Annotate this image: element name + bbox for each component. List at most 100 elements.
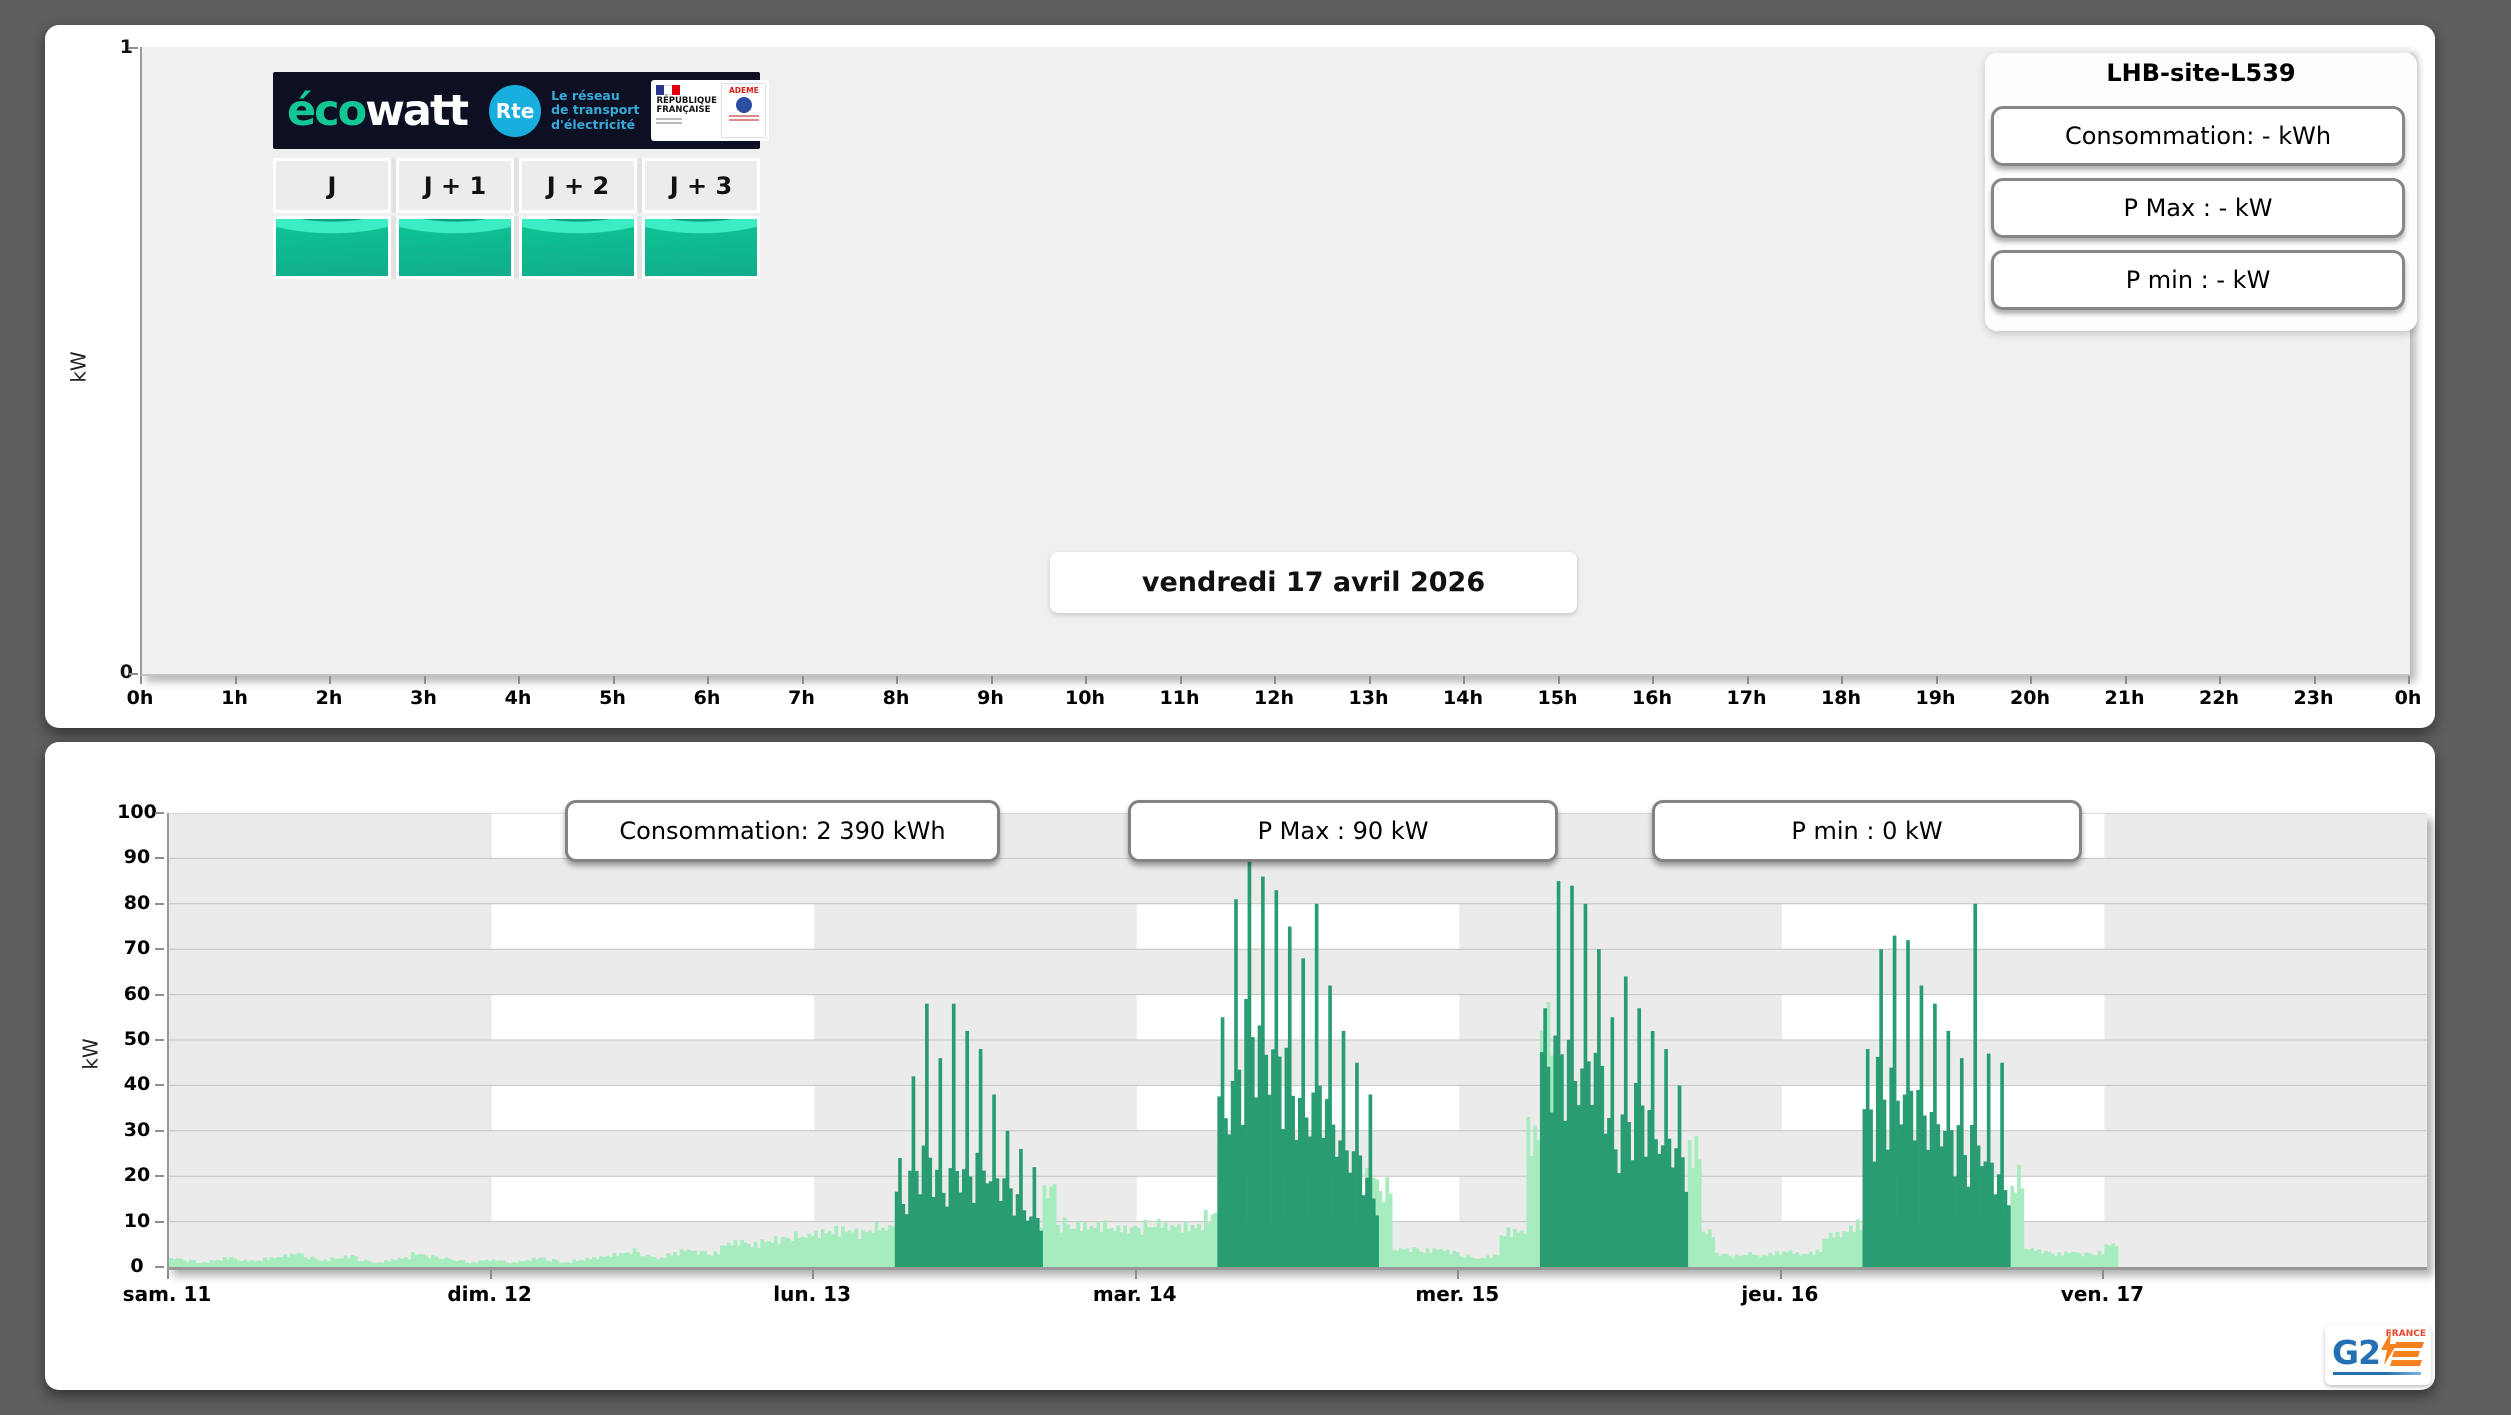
- tick-mark: [1746, 676, 1749, 684]
- history-bars-chart: [169, 812, 2427, 1267]
- ecowatt-signal-tile-green: [396, 216, 514, 279]
- kw-tick-label: 100: [117, 801, 157, 823]
- tick-mark: [155, 1266, 164, 1268]
- ecowatt-signal-tiles: [273, 216, 760, 279]
- tick-mark: [612, 676, 615, 684]
- ademe-label: ADEME: [728, 86, 759, 95]
- hour-tick-label: 10h: [1065, 687, 1105, 709]
- day-button-j1[interactable]: J + 1: [396, 158, 514, 213]
- g2e-e-bar: [2392, 1351, 2420, 1357]
- french-flag-icon: [656, 85, 681, 95]
- tick-mark: [1935, 676, 1938, 684]
- kw-tick-label: 0: [130, 1255, 144, 1277]
- ademe-badge: ADEME: [721, 83, 767, 138]
- tick-mark: [1779, 1270, 1782, 1279]
- ecowatt-banner: écowatt Rte Le réseau de transport d'éle…: [273, 72, 770, 149]
- ademe-text-bar: [728, 119, 759, 121]
- tick-mark: [2030, 676, 2032, 684]
- tick-mark: [234, 676, 237, 684]
- stat-consommation: Consommation: - kWh: [1991, 106, 2405, 166]
- tick-mark: [1457, 1270, 1460, 1279]
- hour-tick-label: 3h: [410, 687, 437, 709]
- hour-tick-label: 22h: [2199, 687, 2239, 709]
- rte-logo: Rte: [489, 84, 542, 137]
- day-tick-label: sam. 11: [122, 1282, 212, 1306]
- tick-mark: [155, 1129, 164, 1132]
- tick-mark: [155, 857, 164, 860]
- tick-mark: [167, 1270, 169, 1279]
- tick-mark: [1085, 676, 1087, 684]
- y-axis-label: kW: [66, 351, 91, 383]
- hour-tick-label: 0h: [126, 687, 154, 709]
- hour-tick-label: 20h: [2010, 687, 2050, 709]
- hour-tick-label: 18h: [1821, 687, 1861, 709]
- republique-francaise-badge: RÉPUBLIQUE FRANÇAISE ADEME: [651, 80, 770, 141]
- kw-tick-label: 30: [123, 1118, 151, 1141]
- rte-tagline-line: d'électricité: [551, 116, 636, 132]
- ecowatt-logo-eco: éco: [287, 85, 367, 136]
- ecowatt-signal-tile-green: [642, 216, 760, 279]
- site-title: LHB-site-L539: [2106, 59, 2296, 87]
- hour-tick-label: 4h: [504, 687, 532, 709]
- tick-mark: [1557, 676, 1560, 684]
- history-plot[interactable]: [167, 812, 2427, 1270]
- tick-mark: [155, 1220, 164, 1223]
- day-button-j[interactable]: J: [273, 158, 391, 213]
- ademe-globe-icon: [735, 97, 752, 113]
- hour-tick-label: 6h: [693, 687, 721, 709]
- ecowatt-logo: écowatt: [287, 85, 469, 136]
- kw-tick-label: 10: [123, 1209, 151, 1232]
- tick-mark: [2408, 676, 2410, 684]
- tick-mark: [1368, 676, 1371, 684]
- stat-pmax-total: P Max : 90 kW: [1128, 800, 1558, 862]
- day-button-j2[interactable]: J + 2: [519, 158, 637, 213]
- tick-mark: [812, 1270, 815, 1279]
- stat-pmin-total: P min : 0 kW: [1652, 800, 2082, 862]
- hour-tick-label: 21h: [2104, 687, 2145, 709]
- tick-mark: [1179, 676, 1182, 684]
- tick-mark: [1463, 676, 1465, 684]
- hour-tick-label: 12h: [1254, 687, 1294, 709]
- day-tick-label: jeu. 16: [1741, 1282, 1819, 1306]
- rte-logo-text: Rte: [495, 98, 535, 123]
- day-button-j3[interactable]: J + 3: [642, 158, 760, 213]
- stat-pmin: P min : - kW: [1991, 250, 2405, 310]
- tick-mark: [155, 812, 164, 814]
- rte-tagline-line: Le réseau: [551, 87, 620, 103]
- hour-tick-label: 16h: [1632, 687, 1672, 709]
- tick-mark: [2102, 1270, 2105, 1279]
- hour-tick-label: 19h: [1915, 687, 1956, 709]
- site-stats-panel: LHB-site-L539 Consommation: - kWh P Max …: [1985, 53, 2417, 331]
- tick-mark: [2219, 676, 2221, 684]
- tick-mark: [155, 1175, 164, 1178]
- kw-tick-label: 50: [123, 1028, 151, 1050]
- g2e-tagline-bar: [2333, 1372, 2421, 1375]
- tick-mark: [329, 676, 331, 684]
- y-tick-label: 0: [119, 661, 133, 683]
- tick-mark: [140, 676, 142, 684]
- hour-tick-label: 17h: [1726, 687, 1767, 709]
- g2e-e-bar: [2394, 1342, 2424, 1348]
- gov-text-line2: FRANÇAISE: [656, 105, 711, 116]
- tick-mark: [423, 676, 426, 684]
- hour-tick-label: 8h: [882, 687, 910, 709]
- hour-tick-label: 23h: [2293, 687, 2334, 709]
- hour-tick-label: 5h: [599, 687, 626, 709]
- ecowatt-signal-tile-green: [273, 216, 391, 279]
- kw-tick-label: 40: [123, 1073, 151, 1096]
- tick-mark: [489, 1270, 492, 1279]
- french-flag-block: RÉPUBLIQUE FRANÇAISE: [654, 83, 719, 138]
- tick-mark: [155, 993, 164, 996]
- day-tick-label: dim. 12: [447, 1282, 532, 1306]
- hour-tick-label: 14h: [1443, 687, 1483, 709]
- selected-date-box: vendredi 17 avril 2026: [1050, 552, 1577, 613]
- hour-tick-label: 7h: [788, 687, 815, 709]
- hour-tick-label: 11h: [1159, 687, 1200, 709]
- history-panel: kW 100 90 80 70 60 50 40 30 20 10 0 sam. 11 dim. 12…: [45, 742, 2435, 1390]
- hour-tick-label: 1h: [221, 687, 248, 709]
- tick-mark: [707, 676, 709, 684]
- tick-mark: [1652, 676, 1654, 684]
- tick-mark: [1134, 1270, 1137, 1279]
- motto-bar: [656, 121, 683, 124]
- ecowatt-logo-watt: watt: [365, 85, 469, 136]
